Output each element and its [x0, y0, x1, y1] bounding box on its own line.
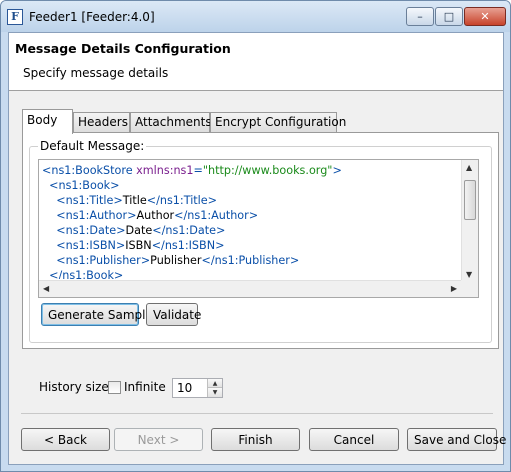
xml-token: xmlns:ns1	[136, 164, 194, 177]
xml-token: </ns1:Title>	[146, 194, 218, 207]
scroll-right-arrow-icon[interactable]: ▶	[451, 284, 457, 293]
title-bar[interactable]: F Feeder1 [Feeder:4.0] – □ ✕	[1, 1, 510, 32]
xml-line[interactable]: <ns1:Book>	[42, 178, 460, 193]
xml-line[interactable]: </ns1:Book>	[42, 268, 460, 279]
xml-message-editor[interactable]: <ns1:BookStore xmlns:ns1="http://www.boo…	[38, 159, 479, 298]
xml-token: Date	[125, 224, 153, 237]
xml-token: Author	[136, 209, 175, 222]
xml-token: <ns1:Date>	[56, 224, 126, 237]
xml-token: >	[332, 164, 342, 177]
xml-token: <ns1:ISBN>	[56, 239, 126, 252]
app-icon: F	[7, 9, 23, 25]
scrollbar-corner	[461, 280, 478, 297]
tab-attachments[interactable]: Attachments	[130, 112, 212, 133]
save-and-close-button[interactable]: Save and Close	[407, 428, 506, 451]
close-button[interactable]: ✕	[464, 7, 506, 26]
xml-line[interactable]: <ns1:Date>Date</ns1:Date>	[42, 223, 460, 238]
xml-token: </ns1:Date>	[152, 224, 226, 237]
xml-token: </ns1:Publisher>	[201, 254, 300, 267]
horizontal-scrollbar[interactable]: ◀ ▶	[39, 280, 461, 297]
xml-token: <ns1:BookStore	[42, 164, 137, 177]
page-subtitle: Specify message details	[23, 66, 169, 80]
xml-line[interactable]: <ns1:BookStore xmlns:ns1="http://www.boo…	[42, 163, 460, 178]
xml-token: <ns1:Title>	[56, 194, 123, 207]
spinner-buttons: ▲ ▼	[207, 379, 222, 397]
xml-token: "http://www.books.org"	[202, 164, 333, 177]
xml-token: </ns1:Book>	[49, 269, 124, 279]
footer-divider	[21, 413, 493, 414]
tab-encrypt-configuration[interactable]: Encrypt Configuration	[210, 112, 346, 133]
scroll-down-arrow-icon[interactable]: ▼	[466, 270, 472, 279]
xml-token: <ns1:Publisher>	[56, 254, 151, 267]
finish-button[interactable]: Finish	[211, 428, 300, 451]
xml-token: ISBN	[125, 239, 152, 252]
xml-line[interactable]: <ns1:Title>Title</ns1:Title>	[42, 193, 460, 208]
body-tab-panel: Default Message: <ns1:BookStore xmlns:ns…	[22, 132, 499, 349]
cancel-button[interactable]: Cancel	[309, 428, 399, 451]
infinite-label[interactable]: Infinite	[124, 380, 166, 394]
history-size-label: History size:	[39, 380, 113, 394]
xml-token: </ns1:Author>	[174, 209, 259, 222]
scroll-up-arrow-icon[interactable]: ▲	[466, 163, 472, 172]
tab-body[interactable]: Body	[22, 109, 73, 134]
window-title: Feeder1 [Feeder:4.0]	[29, 10, 155, 24]
xml-token: Title	[122, 194, 147, 207]
page-title: Message Details Configuration	[15, 41, 231, 56]
xml-code[interactable]: <ns1:BookStore xmlns:ns1="http://www.boo…	[42, 163, 460, 279]
xml-token: </ns1:ISBN>	[151, 239, 225, 252]
default-message-label: Default Message:	[38, 139, 147, 153]
xml-token: <ns1:Author>	[56, 209, 137, 222]
spin-up-icon[interactable]: ▲	[208, 379, 222, 388]
maximize-button[interactable]: □	[435, 7, 463, 26]
minimize-button[interactable]: –	[406, 7, 434, 26]
xml-token: Publisher	[150, 254, 202, 267]
vertical-scrollbar[interactable]: ▲ ▼	[461, 160, 478, 281]
dialog-client: Message Details Configuration Specify me…	[8, 32, 506, 465]
vertical-scroll-thumb[interactable]	[464, 180, 476, 220]
tab-headers[interactable]: Headers	[73, 112, 130, 133]
dialog-header: Message Details Configuration Specify me…	[9, 33, 503, 91]
default-message-group: Default Message: <ns1:BookStore xmlns:ns…	[29, 139, 492, 343]
history-size-spinner[interactable]: 10 ▲ ▼	[172, 378, 223, 398]
xml-token: =	[193, 164, 203, 177]
xml-line[interactable]: <ns1:Publisher>Publisher</ns1:Publisher>	[42, 253, 460, 268]
validate-button[interactable]: Validate	[146, 303, 201, 326]
infinite-checkbox[interactable]	[108, 381, 121, 394]
generate-sample-button[interactable]: Generate Sample	[41, 303, 153, 326]
spin-down-icon[interactable]: ▼	[208, 388, 222, 397]
scroll-left-arrow-icon[interactable]: ◀	[43, 284, 49, 293]
next-button[interactable]: Next >	[114, 428, 203, 451]
xml-line[interactable]: <ns1:ISBN>ISBN</ns1:ISBN>	[42, 238, 460, 253]
back-button[interactable]: < Back	[21, 428, 110, 451]
dialog-window: F Feeder1 [Feeder:4.0] – □ ✕ Message Det…	[0, 0, 511, 472]
history-size-value[interactable]: 10	[177, 381, 192, 395]
xml-line[interactable]: <ns1:Author>Author</ns1:Author>	[42, 208, 460, 223]
xml-token: <ns1:Book>	[49, 179, 120, 192]
